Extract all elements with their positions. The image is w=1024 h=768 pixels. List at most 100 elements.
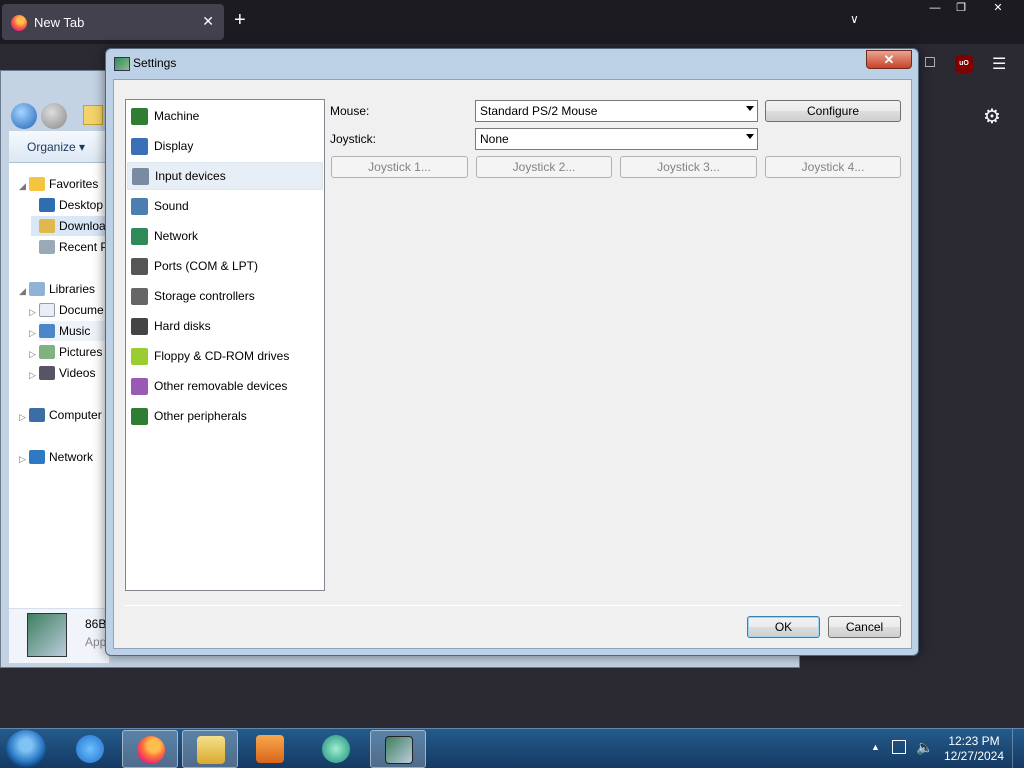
tree-item-libraries[interactable]: Libraries xyxy=(29,279,95,299)
category-list: Machine Display Input devices Sound Netw… xyxy=(125,99,325,591)
taskbar-media-player[interactable] xyxy=(242,730,298,768)
tree-item-label: Docume xyxy=(59,303,104,317)
mouse-select-value: Standard PS/2 Mouse xyxy=(480,104,598,118)
start-button[interactable] xyxy=(6,730,46,768)
desktop-icon xyxy=(39,198,55,212)
recent-places-icon xyxy=(39,240,55,254)
joystick-select[interactable]: None xyxy=(475,128,758,150)
dropdown-arrow-icon xyxy=(746,106,754,111)
settings-dialog: Settings ✕ Machine Display Input devices… xyxy=(105,48,919,656)
input-devices-icon xyxy=(132,167,149,185)
dialog-client-area: Machine Display Input devices Sound Netw… xyxy=(113,79,912,649)
tree-item-label: Recent P xyxy=(59,240,109,254)
close-button[interactable]: ✕ xyxy=(866,50,912,69)
category-input-devices[interactable]: Input devices xyxy=(127,162,323,190)
show-desktop-button[interactable] xyxy=(1012,729,1024,768)
category-hard-disks[interactable]: Hard disks xyxy=(127,312,323,340)
joystick-2-button[interactable]: Joystick 2... xyxy=(476,156,612,178)
new-tab-button[interactable]: + xyxy=(234,10,246,30)
tree-item-videos[interactable]: Videos xyxy=(39,363,95,383)
hard-disks-icon xyxy=(131,317,148,335)
category-machine[interactable]: Machine xyxy=(127,102,323,130)
tree-item-favorites[interactable]: Favorites xyxy=(29,174,98,194)
window-controls: — ❐ ✕ xyxy=(918,0,1024,18)
ok-button[interactable]: OK xyxy=(747,616,820,638)
taskbar-app[interactable] xyxy=(308,730,364,768)
taskbar: ▲ 🔈 12:23 PM 12/27/2024 xyxy=(0,728,1024,768)
music-icon xyxy=(39,324,55,338)
peripherals-icon xyxy=(131,407,148,425)
restore-icon[interactable]: ❐ xyxy=(948,0,974,18)
category-label: Floppy & CD-ROM drives xyxy=(154,349,290,363)
downloads-icon xyxy=(39,219,55,233)
mouse-select[interactable]: Standard PS/2 Mouse xyxy=(475,100,758,122)
libraries-icon xyxy=(29,282,45,296)
browser-tab[interactable]: New Tab ✕ xyxy=(2,4,224,40)
taskbar-86box[interactable] xyxy=(370,730,426,768)
firefox-icon xyxy=(11,15,27,31)
action-center-icon[interactable] xyxy=(892,740,906,754)
tree-item-documents[interactable]: Docume xyxy=(39,300,104,320)
organize-button[interactable]: Organize ▾ xyxy=(9,131,109,163)
storage-controllers-icon xyxy=(131,287,148,305)
volume-muted-icon[interactable]: 🔈 xyxy=(916,739,933,756)
menu-icon[interactable]: ☰ xyxy=(992,54,1006,74)
category-label: Sound xyxy=(154,199,189,213)
tree-item-desktop[interactable]: Desktop xyxy=(39,195,103,215)
joystick-1-button[interactable]: Joystick 1... xyxy=(331,156,468,178)
tree-item-label: Music xyxy=(59,324,91,338)
close-window-icon[interactable]: ✕ xyxy=(978,0,1018,18)
category-network[interactable]: Network xyxy=(127,222,323,250)
joystick-4-button[interactable]: Joystick 4... xyxy=(765,156,901,178)
tree-item-label: Computer xyxy=(49,408,102,422)
ublock-origin-icon[interactable]: uO xyxy=(955,55,973,73)
taskbar-explorer[interactable] xyxy=(182,730,238,768)
ports-icon xyxy=(131,257,148,275)
clock[interactable]: 12:23 PM 12/27/2024 xyxy=(938,734,1010,764)
browser-tab-strip: New Tab ✕ + ∨ — ❐ ✕ xyxy=(0,0,1024,44)
floppy-cdrom-icon xyxy=(131,347,148,365)
tab-list-chevron-icon[interactable]: ∨ xyxy=(850,12,859,26)
folder-icon xyxy=(197,736,225,764)
extensions-icon[interactable]: □ xyxy=(925,54,935,72)
details-name: 86B xyxy=(85,617,107,631)
joystick-select-value: None xyxy=(480,132,509,146)
taskbar-internet-explorer[interactable] xyxy=(62,730,118,768)
clock-time: 12:23 PM xyxy=(948,734,1000,748)
category-label: Machine xyxy=(154,109,200,123)
configure-button[interactable]: Configure xyxy=(765,100,901,122)
joystick-3-button[interactable]: Joystick 3... xyxy=(620,156,757,178)
browser-tab-title: New Tab xyxy=(34,15,85,30)
network-icon xyxy=(29,450,45,464)
minimize-icon[interactable]: — xyxy=(922,0,948,18)
gear-icon[interactable]: ⚙ xyxy=(983,104,1001,129)
mouse-label: Mouse: xyxy=(330,104,370,118)
close-tab-icon[interactable]: ✕ xyxy=(202,13,214,30)
category-floppy-cdrom[interactable]: Floppy & CD-ROM drives xyxy=(127,342,323,370)
tree-item-recent-places[interactable]: Recent P xyxy=(39,237,108,257)
category-sound[interactable]: Sound xyxy=(127,192,323,220)
cancel-button[interactable]: Cancel xyxy=(828,616,901,638)
videos-icon xyxy=(39,366,55,380)
tree-item-label: Downloa xyxy=(59,219,106,233)
category-storage-controllers[interactable]: Storage controllers xyxy=(127,282,323,310)
dialog-title: Settings xyxy=(133,56,177,70)
show-hidden-icons-button[interactable]: ▲ xyxy=(871,742,880,752)
forward-icon[interactable] xyxy=(41,103,67,129)
tree-item-network[interactable]: Network xyxy=(29,447,93,467)
category-display[interactable]: Display xyxy=(127,132,323,160)
display-icon xyxy=(131,137,148,155)
app-icon xyxy=(322,735,350,763)
category-other-peripherals[interactable]: Other peripherals xyxy=(127,402,323,430)
tree-item-label: Pictures xyxy=(59,345,103,359)
taskbar-firefox[interactable] xyxy=(122,730,178,768)
tree-item-pictures[interactable]: Pictures xyxy=(39,342,102,362)
back-icon[interactable] xyxy=(11,103,37,129)
86box-icon xyxy=(385,736,413,764)
category-ports[interactable]: Ports (COM & LPT) xyxy=(127,252,323,280)
category-label: Storage controllers xyxy=(154,289,255,303)
tree-item-computer[interactable]: Computer xyxy=(29,405,102,425)
category-removable-devices[interactable]: Other removable devices xyxy=(127,372,323,400)
category-label: Hard disks xyxy=(154,319,211,333)
category-label: Other removable devices xyxy=(154,379,288,393)
